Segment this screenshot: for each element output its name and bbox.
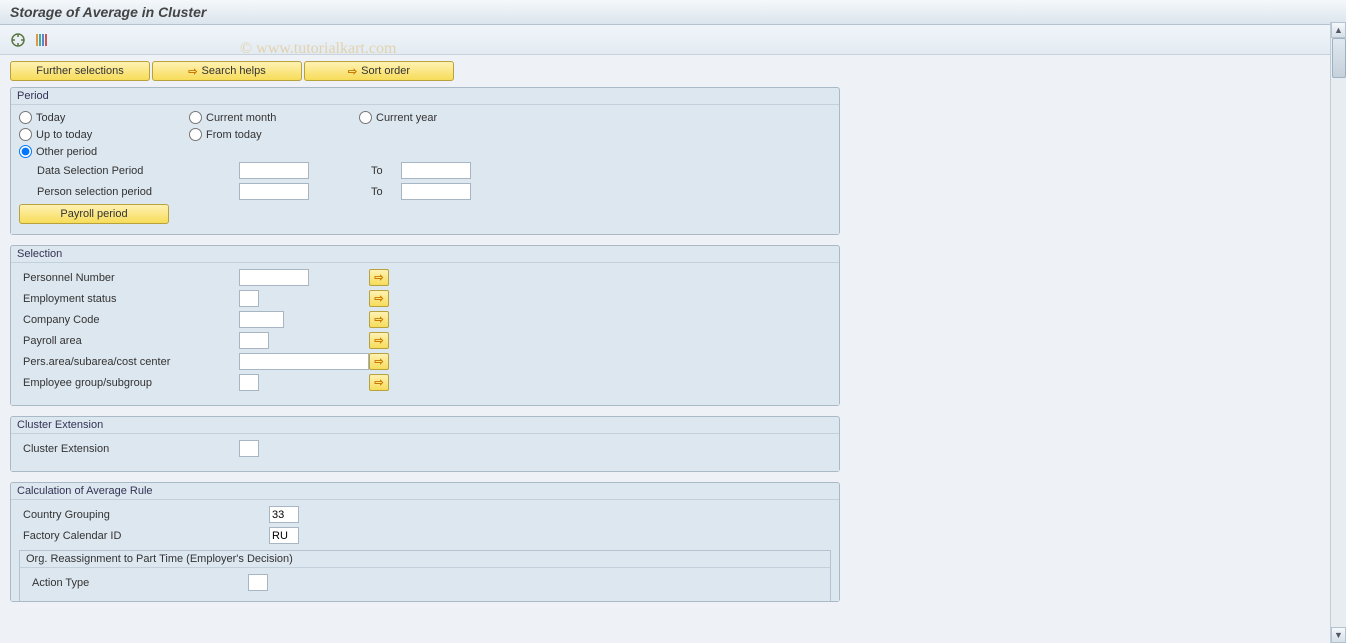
- scroll-thumb[interactable]: [1332, 38, 1346, 78]
- search-helps-button[interactable]: ⇨ Search helps: [152, 61, 302, 81]
- app-toolbar: [0, 25, 1346, 55]
- selection-group: Selection Personnel Number ⇨ Employment …: [10, 245, 840, 406]
- org-reassign-title: Org. Reassignment to Part Time (Employer…: [20, 551, 830, 568]
- execute-icon[interactable]: [10, 32, 26, 48]
- content-area: Further selections ⇨ Search helps ⇨ Sort o…: [0, 55, 1346, 608]
- payroll-area-input[interactable]: [239, 332, 269, 349]
- company-code-multiselect-button[interactable]: ⇨: [369, 311, 389, 328]
- top-button-row: Further selections ⇨ Search helps ⇨ Sort o…: [10, 61, 1336, 81]
- radio-other-period[interactable]: Other period: [19, 145, 189, 158]
- org-reassign-subgroup: Org. Reassignment to Part Time (Employer…: [19, 550, 831, 601]
- radio-from-today[interactable]: From today: [189, 128, 359, 141]
- sort-order-button[interactable]: ⇨ Sort order: [304, 61, 454, 81]
- calc-avg-group-title: Calculation of Average Rule: [11, 483, 839, 500]
- radio-current-month-input[interactable]: [189, 111, 202, 124]
- search-helps-label: Search helps: [202, 65, 266, 77]
- to-label: To: [371, 165, 401, 177]
- payroll-area-multiselect-button[interactable]: ⇨: [369, 332, 389, 349]
- action-type-input[interactable]: [248, 574, 268, 591]
- employment-status-multiselect-button[interactable]: ⇨: [369, 290, 389, 307]
- period-group: Period Today Current month Current year …: [10, 87, 840, 235]
- radio-today-input[interactable]: [19, 111, 32, 124]
- payroll-period-button[interactable]: Payroll period: [19, 204, 169, 224]
- color-stripes-icon[interactable]: [34, 32, 50, 48]
- data-selection-period-label: Data Selection Period: [19, 165, 239, 177]
- sort-order-label: Sort order: [361, 65, 410, 77]
- employee-group-multiselect-button[interactable]: ⇨: [369, 374, 389, 391]
- factory-calendar-label: Factory Calendar ID: [19, 530, 269, 542]
- radio-current-month[interactable]: Current month: [189, 111, 359, 124]
- calc-avg-group: Calculation of Average Rule Country Grou…: [10, 482, 840, 602]
- person-selection-period-label: Person selection period: [19, 186, 239, 198]
- action-type-label: Action Type: [28, 577, 248, 589]
- country-grouping-label: Country Grouping: [19, 509, 269, 521]
- selection-group-title: Selection: [11, 246, 839, 263]
- vertical-scrollbar[interactable]: ▲ ▼: [1330, 22, 1346, 643]
- employee-group-input[interactable]: [239, 374, 259, 391]
- company-code-label: Company Code: [19, 314, 239, 326]
- pers-area-label: Pers.area/subarea/cost center: [19, 356, 239, 368]
- employment-status-label: Employment status: [19, 293, 239, 305]
- payroll-area-label: Payroll area: [19, 335, 239, 347]
- arrow-right-icon: ⇨: [188, 65, 197, 78]
- data-selection-from-input[interactable]: [239, 162, 309, 179]
- radio-other-period-label: Other period: [36, 146, 97, 158]
- radio-today[interactable]: Today: [19, 111, 189, 124]
- arrow-right-icon: ⇨: [348, 65, 357, 78]
- scroll-up-button[interactable]: ▲: [1331, 22, 1346, 38]
- radio-up-to-today-input[interactable]: [19, 128, 32, 141]
- further-selections-button[interactable]: Further selections: [10, 61, 150, 81]
- cluster-extension-group: Cluster Extension Cluster Extension: [10, 416, 840, 472]
- radio-current-year-label: Current year: [376, 112, 437, 124]
- radio-today-label: Today: [36, 112, 65, 124]
- radio-from-today-input[interactable]: [189, 128, 202, 141]
- pers-area-multiselect-button[interactable]: ⇨: [369, 353, 389, 370]
- radio-from-today-label: From today: [206, 129, 262, 141]
- person-selection-to-input[interactable]: [401, 183, 471, 200]
- factory-calendar-input[interactable]: [269, 527, 299, 544]
- data-selection-to-input[interactable]: [401, 162, 471, 179]
- radio-current-year-input[interactable]: [359, 111, 372, 124]
- scroll-down-button[interactable]: ▼: [1331, 627, 1346, 643]
- company-code-input[interactable]: [239, 311, 284, 328]
- radio-up-to-today[interactable]: Up to today: [19, 128, 189, 141]
- person-selection-from-input[interactable]: [239, 183, 309, 200]
- page-title: Storage of Average in Cluster: [0, 0, 1346, 25]
- personnel-number-label: Personnel Number: [19, 272, 239, 284]
- radio-up-to-today-label: Up to today: [36, 129, 92, 141]
- personnel-number-input[interactable]: [239, 269, 309, 286]
- cluster-extension-input[interactable]: [239, 440, 259, 457]
- period-group-title: Period: [11, 88, 839, 105]
- radio-current-year[interactable]: Current year: [359, 111, 529, 124]
- country-grouping-input[interactable]: [269, 506, 299, 523]
- radio-other-period-input[interactable]: [19, 145, 32, 158]
- radio-current-month-label: Current month: [206, 112, 276, 124]
- to-label: To: [371, 186, 401, 198]
- personnel-number-multiselect-button[interactable]: ⇨: [369, 269, 389, 286]
- employee-group-label: Employee group/subgroup: [19, 377, 239, 389]
- cluster-extension-group-title: Cluster Extension: [11, 417, 839, 434]
- employment-status-input[interactable]: [239, 290, 259, 307]
- cluster-extension-label: Cluster Extension: [19, 443, 239, 455]
- pers-area-input[interactable]: [239, 353, 369, 370]
